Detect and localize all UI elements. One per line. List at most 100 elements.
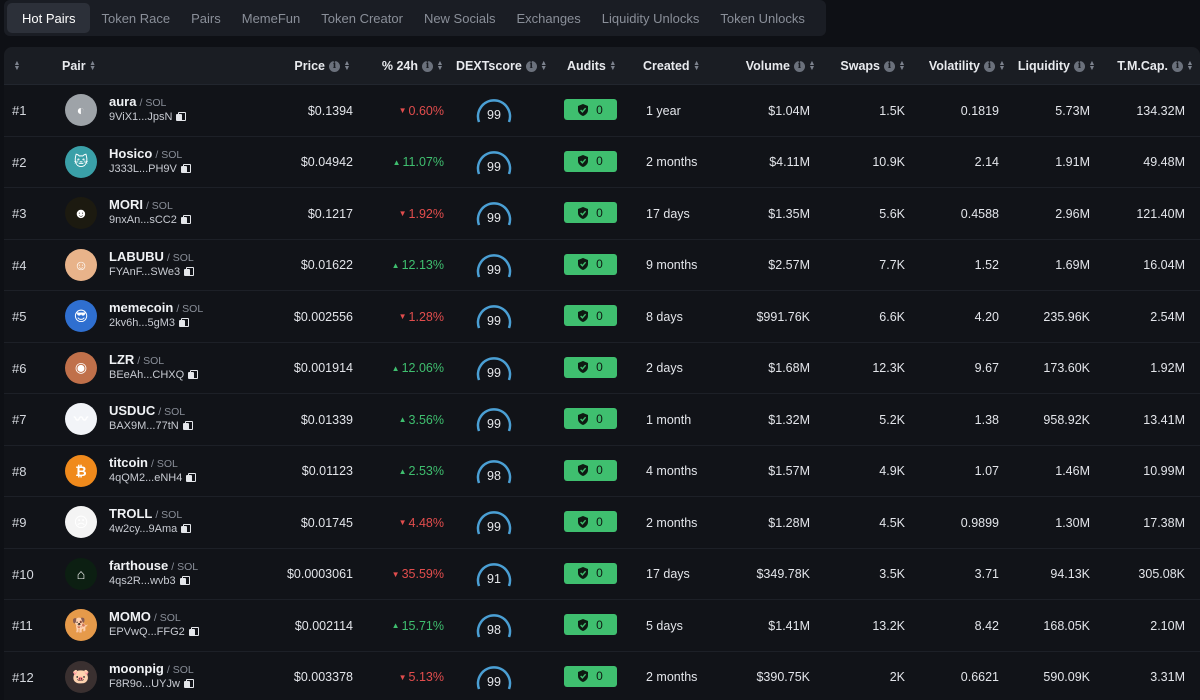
pair-name[interactable]: moonpig / SOL [109, 661, 194, 676]
tab-liquidity-unlocks[interactable]: Liquidity Unlocks [592, 3, 710, 33]
tab-new-socials[interactable]: New Socials [414, 3, 506, 33]
token-symbol[interactable]: USDUC [109, 403, 155, 418]
audit-badge[interactable]: 0 [564, 150, 617, 172]
swaps-header[interactable]: Swaps i ▲ ▼ [824, 47, 906, 85]
copy-icon[interactable] [180, 215, 191, 225]
dextscore-gauge[interactable]: 99 [474, 404, 514, 438]
tab-token-race[interactable]: Token Race [91, 3, 180, 33]
sort-icon[interactable]: ▲ ▼ [898, 60, 906, 72]
sort-icon[interactable]: ▲ ▼ [1088, 60, 1096, 72]
created-header[interactable]: Created ▲ ▼ [643, 47, 701, 85]
sort-icon[interactable]: ▲ ▼ [343, 60, 351, 72]
info-icon[interactable]: i [422, 60, 433, 72]
token-symbol[interactable]: moonpig [109, 661, 164, 676]
audit-badge[interactable]: 0 [564, 253, 617, 275]
copy-icon[interactable] [176, 112, 187, 122]
audit-badge[interactable]: 0 [564, 99, 617, 120]
audit-badge[interactable]: 0 [564, 305, 617, 326]
token-symbol[interactable]: memecoin [109, 300, 173, 315]
token-symbol[interactable]: TROLL [109, 506, 152, 521]
copy-icon[interactable] [183, 678, 194, 689]
info-icon[interactable]: i [525, 60, 537, 72]
liquidity-header[interactable]: Liquidity i ▲ ▼ [1014, 47, 1096, 85]
dextscore-header[interactable]: DEXTscore i ▲ ▼ [456, 47, 548, 85]
copy-icon[interactable] [182, 421, 193, 431]
copy-icon[interactable] [181, 524, 192, 534]
dextscore-gauge[interactable]: 99 [474, 250, 514, 284]
copy-icon[interactable] [186, 472, 197, 483]
audit-badge[interactable]: 0 [564, 408, 617, 429]
dextscore-gauge[interactable]: 99 [474, 95, 514, 129]
volatility-header[interactable]: Volatility i ▲ ▼ [914, 47, 1006, 85]
table-row[interactable]: #3 ☻ MORI / SOL 9nxAn...sCC2 $0.1217 ▼ 1.9… [4, 188, 1200, 240]
sort-icon[interactable]: ▲ ▼ [609, 60, 617, 72]
table-row[interactable]: #4 ☺ LABUBU / SOL FYAnF...SWe3 $0.01622 ▲… [4, 240, 1200, 291]
table-row[interactable]: #10 ⌂ farthouse / SOL 4qs2R...wvb3 $0.000… [4, 549, 1200, 600]
tab-token-creator[interactable]: Token Creator [311, 3, 413, 33]
dextscore-gauge[interactable]: 91 [474, 559, 514, 593]
table-row[interactable]: #12 🐷 moonpig / SOL F8R9o...UYJw $0.00337… [4, 652, 1200, 700]
pair-name[interactable]: LZR / SOL [109, 352, 164, 367]
token-symbol[interactable]: farthouse [109, 558, 168, 573]
info-icon[interactable]: i [884, 60, 895, 72]
audit-badge[interactable]: 0 [564, 562, 617, 584]
table-row[interactable]: #7 〰 USDUC / SOL BAX9M...77tN $0.01339 ▲ 3… [4, 394, 1200, 446]
table-row[interactable]: #6 ◉ LZR / SOL BEeAh...CHXQ $0.001914 ▲ 12… [4, 343, 1200, 394]
info-icon[interactable]: i [794, 60, 805, 72]
dextscore-gauge[interactable]: 99 [474, 147, 514, 181]
audit-badge[interactable]: 0 [564, 459, 617, 481]
change-header[interactable]: % 24h i ▲ ▼ [364, 47, 444, 85]
copy-icon[interactable] [179, 318, 190, 328]
audit-badge[interactable]: 0 [564, 511, 617, 532]
token-symbol[interactable]: LABUBU [109, 249, 164, 264]
dextscore-gauge[interactable]: 98 [474, 456, 514, 490]
sort-icon[interactable]: ▲ ▼ [540, 60, 548, 72]
pair-name[interactable]: aura / SOL [109, 94, 166, 109]
token-symbol[interactable]: aura [109, 94, 136, 109]
sort-icon[interactable]: ▲ ▼ [89, 60, 97, 72]
tab-memefun[interactable]: MemeFun [232, 3, 311, 33]
pair-name[interactable]: Hosico / SOL [109, 146, 182, 161]
pair-name[interactable]: titcoin / SOL [109, 455, 178, 470]
pair-name[interactable]: MOMO / SOL [109, 609, 181, 624]
token-symbol[interactable]: MORI [109, 197, 143, 212]
info-icon[interactable]: i [984, 60, 995, 72]
table-row[interactable]: #2 🐱 Hosico / SOL J333L...PH9V $0.04942 ▲… [4, 137, 1200, 188]
copy-icon[interactable] [188, 627, 199, 637]
sort-icon[interactable]: ▲ ▼ [436, 60, 444, 72]
copy-icon[interactable] [184, 266, 195, 277]
info-icon[interactable]: i [1074, 60, 1085, 72]
sort-icon[interactable]: ▲ ▼ [13, 60, 21, 72]
copy-icon[interactable] [179, 575, 190, 586]
tab-token-unlocks[interactable]: Token Unlocks [710, 3, 815, 33]
dextscore-gauge[interactable]: 99 [474, 662, 514, 696]
table-row[interactable]: #8 ₿ titcoin / SOL 4qQM2...eNH4 $0.01123 … [4, 446, 1200, 497]
audit-badge[interactable]: 0 [564, 665, 617, 687]
dextscore-gauge[interactable]: 98 [474, 610, 514, 644]
copy-icon[interactable] [180, 163, 191, 174]
dextscore-gauge[interactable]: 99 [474, 353, 514, 387]
token-symbol[interactable]: MOMO [109, 609, 151, 624]
pair-name[interactable]: TROLL / SOL [109, 506, 182, 521]
audit-badge[interactable]: 0 [564, 614, 617, 635]
tab-exchanges[interactable]: Exchanges [506, 3, 590, 33]
table-row[interactable]: #1 ◐ aura / SOL 9ViX1...JpsN $0.1394 ▼ 0.6… [4, 85, 1200, 137]
pair-name[interactable]: memecoin / SOL [109, 300, 203, 315]
audit-badge[interactable]: 0 [564, 202, 617, 223]
info-icon[interactable]: i [329, 60, 340, 72]
table-row[interactable]: #11 🐕 MOMO / SOL EPVwQ...FFG2 $0.002114 ▲… [4, 600, 1200, 652]
volume-header[interactable]: Volume i ▲ ▼ [704, 47, 816, 85]
copy-icon[interactable] [188, 369, 199, 380]
sort-icon[interactable]: ▲ ▼ [693, 60, 701, 72]
sort-icon[interactable]: ▲ ▼ [998, 60, 1006, 72]
tab-hot-pairs[interactable]: Hot Pairs [7, 3, 91, 33]
pair-name[interactable]: MORI / SOL [109, 197, 173, 212]
dextscore-gauge[interactable]: 99 [474, 301, 514, 335]
token-symbol[interactable]: Hosico [109, 146, 152, 161]
price-header[interactable]: Price i ▲ ▼ [244, 47, 351, 85]
sort-icon[interactable]: ▲ ▼ [808, 60, 816, 72]
info-icon[interactable]: i [1172, 60, 1183, 72]
pair-name[interactable]: USDUC / SOL [109, 403, 185, 418]
dextscore-gauge[interactable]: 99 [474, 507, 514, 541]
pair-name[interactable]: LABUBU / SOL [109, 249, 194, 264]
